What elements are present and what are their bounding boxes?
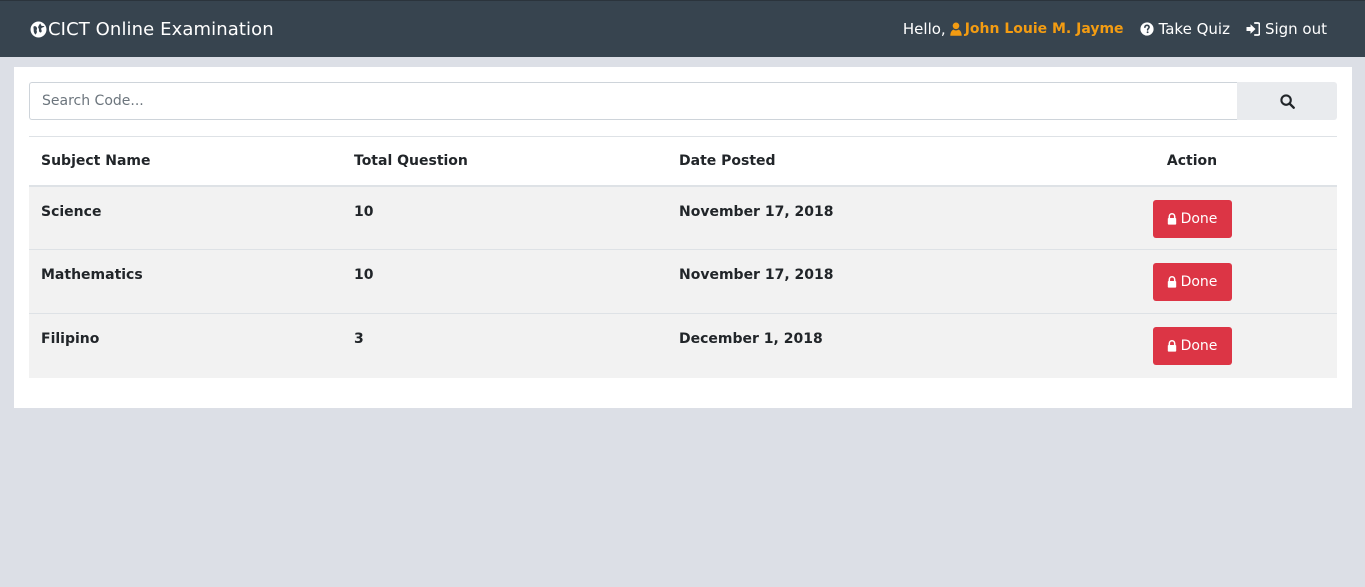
done-label: Done: [1180, 210, 1218, 227]
done-button[interactable]: Done: [1152, 327, 1232, 365]
cell-subject: Filipino: [29, 313, 342, 378]
cell-date-posted: December 1, 2018: [667, 313, 1047, 378]
done-label: Done: [1180, 338, 1218, 354]
navbar-right: Hello, John Louie M. Jayme Take Quiz Sig…: [903, 20, 1327, 38]
user-name: John Louie M. Jayme: [964, 21, 1124, 37]
brand-link[interactable]: CICT Online Examination: [30, 19, 274, 40]
sign-out-link[interactable]: Sign out: [1246, 20, 1327, 38]
cell-action: Done: [1047, 313, 1337, 378]
header-subject-name: Subject Name: [29, 136, 342, 187]
header-total-question: Total Question: [342, 136, 667, 187]
user-icon: [949, 22, 962, 36]
take-quiz-label: Take Quiz: [1158, 20, 1230, 38]
sign-out-label: Sign out: [1264, 20, 1327, 38]
done-label: Done: [1180, 274, 1218, 290]
cell-date-posted: November 17, 2018: [667, 249, 1047, 314]
search-input[interactable]: [29, 82, 1237, 120]
brand-title: CICT Online Examination: [48, 18, 274, 40]
main-card: Subject Name Total Question Date Posted …: [14, 67, 1352, 408]
cell-total-question: 3: [342, 313, 667, 378]
lock-icon: [1167, 212, 1176, 225]
cell-date-posted: November 17, 2018: [679, 203, 834, 220]
exam-table: Subject Name Total Question Date Posted …: [29, 136, 1337, 378]
take-quiz-link[interactable]: Take Quiz: [1139, 20, 1230, 38]
cell-action: Done: [1047, 186, 1337, 250]
exam-table-container: Subject Name Total Question Date Posted …: [29, 136, 1337, 378]
search-button[interactable]: [1237, 82, 1337, 120]
greeting-text: Hello,: [902, 20, 946, 38]
cell-action: Done: [1047, 249, 1337, 314]
search-bar: [29, 82, 1337, 120]
question-circle-icon: [1139, 22, 1154, 36]
table-header-row: Subject Name Total Question Date Posted …: [29, 136, 1337, 187]
user-profile-link[interactable]: John Louie M. Jayme: [949, 21, 1124, 37]
cell-total-question: 10: [342, 249, 667, 314]
table-row: Science 10 November 17, 2018 Done: [29, 185, 1337, 250]
header-date-posted: Date Posted: [667, 136, 1047, 187]
globe-icon: [30, 21, 47, 37]
done-button[interactable]: Done: [1152, 263, 1232, 301]
table-row: Filipino 3 December 1, 2018 Done: [29, 313, 1337, 378]
cell-subject: Mathematics: [29, 249, 342, 314]
search-icon: [1279, 93, 1295, 109]
done-button[interactable]: Done: [1152, 199, 1232, 238]
lock-icon: [1167, 340, 1176, 352]
cell-total-question: 10: [354, 203, 374, 220]
table-row: Mathematics 10 November 17, 2018 Done: [29, 249, 1337, 314]
cell-subject: Science: [41, 203, 102, 220]
top-navbar: CICT Online Examination Hello, John Loui…: [0, 0, 1365, 57]
lock-icon: [1167, 276, 1176, 288]
sign-in-icon: [1246, 22, 1260, 36]
header-action: Action: [1047, 136, 1337, 187]
